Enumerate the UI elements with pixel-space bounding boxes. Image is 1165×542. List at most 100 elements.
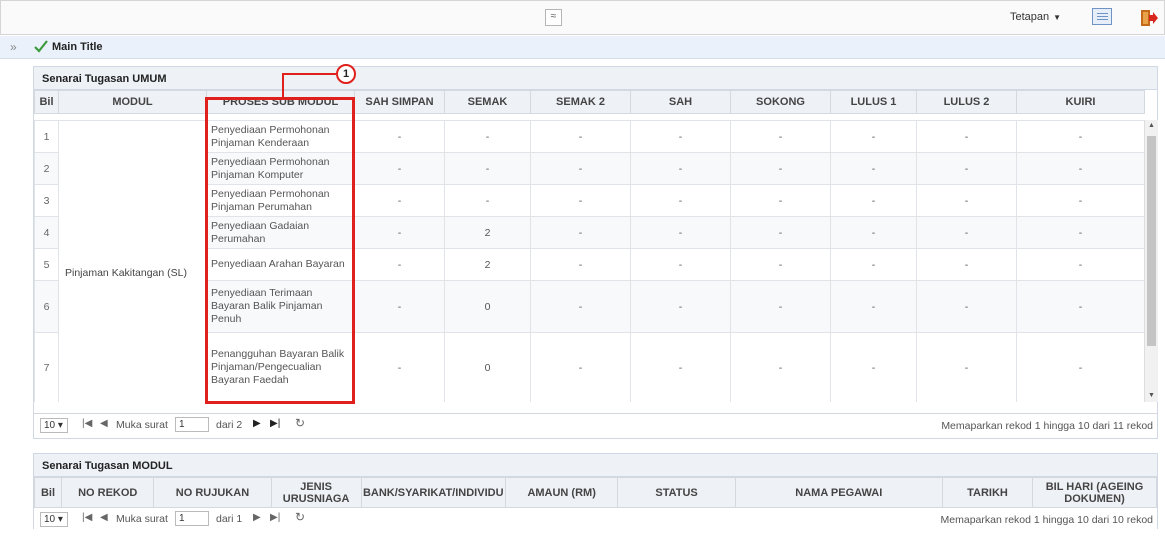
status-count-cell[interactable]: -	[530, 216, 631, 249]
status-count-cell[interactable]: -	[444, 184, 531, 217]
column-header[interactable]: SAH	[630, 90, 731, 114]
first-page-icon[interactable]: |◀	[82, 418, 92, 429]
column-header[interactable]: LULUS 2	[916, 90, 1017, 114]
status-count-cell[interactable]: -	[630, 120, 731, 153]
list-view-icon[interactable]	[1092, 8, 1112, 25]
last-page-icon[interactable]: ▶|	[270, 418, 280, 429]
page-input[interactable]: 1	[175, 417, 209, 432]
status-count-cell[interactable]: -	[1016, 280, 1144, 333]
status-count-cell[interactable]: -	[830, 184, 917, 217]
next-page-icon[interactable]: ▶	[253, 418, 261, 429]
status-count-cell[interactable]: -	[830, 120, 917, 153]
scroll-down-icon[interactable]: ▼	[1145, 390, 1158, 402]
status-count-cell[interactable]: -	[444, 152, 531, 185]
status-count-cell[interactable]: -	[916, 120, 1017, 153]
status-count-cell[interactable]: -	[830, 332, 917, 402]
status-count-cell[interactable]: -	[830, 216, 917, 249]
status-count-cell[interactable]: -	[354, 120, 445, 153]
status-count-cell[interactable]: -	[1016, 120, 1144, 153]
column-header[interactable]: MODUL	[58, 90, 207, 114]
status-count-cell[interactable]: -	[354, 332, 445, 402]
column-header[interactable]: SOKONG	[730, 90, 831, 114]
page-input[interactable]: 1	[175, 511, 209, 526]
status-count-cell[interactable]: -	[354, 184, 445, 217]
column-header[interactable]: SEMAK	[444, 90, 531, 114]
status-count-cell[interactable]: -	[1016, 248, 1144, 281]
refresh-icon[interactable]: ↻	[295, 416, 305, 430]
column-header[interactable]: NO REKOD	[61, 477, 155, 508]
column-header[interactable]: STATUS	[617, 477, 736, 508]
expand-sidebar-icon[interactable]: »	[10, 40, 17, 54]
status-count-cell[interactable]: -	[730, 120, 831, 153]
status-count-cell[interactable]: -	[916, 152, 1017, 185]
status-count-cell[interactable]: -	[444, 120, 531, 153]
column-header[interactable]: Bil	[34, 90, 59, 114]
status-count-cell[interactable]: -	[730, 280, 831, 333]
status-count-cell[interactable]: -	[354, 216, 445, 249]
status-count-cell[interactable]: -	[730, 332, 831, 402]
status-count-cell[interactable]: -	[830, 280, 917, 333]
exit-icon[interactable]	[1140, 8, 1158, 28]
status-count-cell[interactable]: -	[354, 152, 445, 185]
status-count-cell[interactable]: -	[916, 280, 1017, 333]
settings-dropdown[interactable]: Tetapan ▼	[1010, 11, 1061, 23]
status-count-cell[interactable]: -	[530, 120, 631, 153]
column-header[interactable]: LULUS 1	[830, 90, 917, 114]
page-size-select[interactable]: 10 ▾	[40, 418, 68, 433]
column-header[interactable]: KUIRI	[1016, 90, 1145, 114]
column-header[interactable]: SAH SIMPAN	[354, 90, 445, 114]
status-count-cell[interactable]: -	[630, 280, 731, 333]
column-header[interactable]: NAMA PEGAWAI	[734, 477, 943, 508]
vertical-scrollbar[interactable]: ▲ ▼	[1144, 120, 1158, 402]
column-header[interactable]: BIL HARI (AGEING DOKUMEN)	[1032, 477, 1157, 508]
status-count-cell[interactable]: -	[630, 248, 731, 281]
column-header[interactable]: TARIKH	[941, 477, 1034, 508]
status-count-cell[interactable]: -	[530, 332, 631, 402]
status-count-cell[interactable]: 2	[444, 216, 531, 249]
scroll-thumb[interactable]	[1147, 136, 1156, 346]
status-count-cell[interactable]: -	[730, 248, 831, 281]
status-count-cell[interactable]: -	[630, 332, 731, 402]
status-count-cell[interactable]: -	[730, 152, 831, 185]
status-count-cell[interactable]: -	[916, 216, 1017, 249]
column-header[interactable]: BANK/SYARIKAT/INDIVIDU	[360, 477, 506, 508]
status-count-cell[interactable]: 0	[444, 332, 531, 402]
table-row[interactable]: 1 Pinjaman Kakitangan (SL) Penyediaan Perm…	[34, 120, 1144, 402]
column-header[interactable]: JENIS URUSNIAGA	[270, 477, 362, 508]
last-page-icon[interactable]: ▶|	[270, 512, 280, 523]
next-page-icon[interactable]: ▶	[253, 512, 261, 523]
status-count-cell[interactable]: -	[630, 184, 731, 217]
status-count-cell[interactable]: -	[830, 248, 917, 281]
status-count-cell[interactable]: -	[916, 184, 1017, 217]
first-page-icon[interactable]: |◀	[82, 512, 92, 523]
status-count-cell[interactable]: -	[730, 184, 831, 217]
column-header[interactable]: NO RUJUKAN	[153, 477, 272, 508]
status-count-cell[interactable]: -	[1016, 184, 1144, 217]
status-count-cell[interactable]: -	[1016, 216, 1144, 249]
status-count-cell[interactable]: -	[830, 152, 917, 185]
status-count-cell[interactable]: -	[530, 184, 631, 217]
scroll-up-icon[interactable]: ▲	[1145, 120, 1158, 132]
prev-page-icon[interactable]: ◀	[100, 512, 108, 523]
collapse-up-icon[interactable]: ≈	[545, 9, 562, 26]
status-count-cell[interactable]: -	[530, 248, 631, 281]
status-count-cell[interactable]: -	[354, 280, 445, 333]
prev-page-icon[interactable]: ◀	[100, 418, 108, 429]
status-count-cell[interactable]: -	[730, 216, 831, 249]
page-size-select[interactable]: 10 ▾	[40, 512, 68, 527]
status-count-cell[interactable]: -	[1016, 152, 1144, 185]
status-count-cell[interactable]: -	[630, 216, 731, 249]
status-count-cell[interactable]: 0	[444, 280, 531, 333]
status-count-cell[interactable]: -	[530, 152, 631, 185]
status-count-cell[interactable]: -	[530, 280, 631, 333]
status-count-cell[interactable]: -	[354, 248, 445, 281]
refresh-icon[interactable]: ↻	[295, 510, 305, 524]
status-count-cell[interactable]: 2	[444, 248, 531, 281]
status-count-cell[interactable]: -	[916, 332, 1017, 402]
status-count-cell[interactable]: -	[630, 152, 731, 185]
column-header[interactable]: AMAUN (RM)	[504, 477, 619, 508]
status-count-cell[interactable]: -	[1016, 332, 1144, 402]
status-count-cell[interactable]: -	[916, 248, 1017, 281]
column-header[interactable]: Bil	[33, 477, 63, 508]
column-header[interactable]: SEMAK 2	[530, 90, 631, 114]
